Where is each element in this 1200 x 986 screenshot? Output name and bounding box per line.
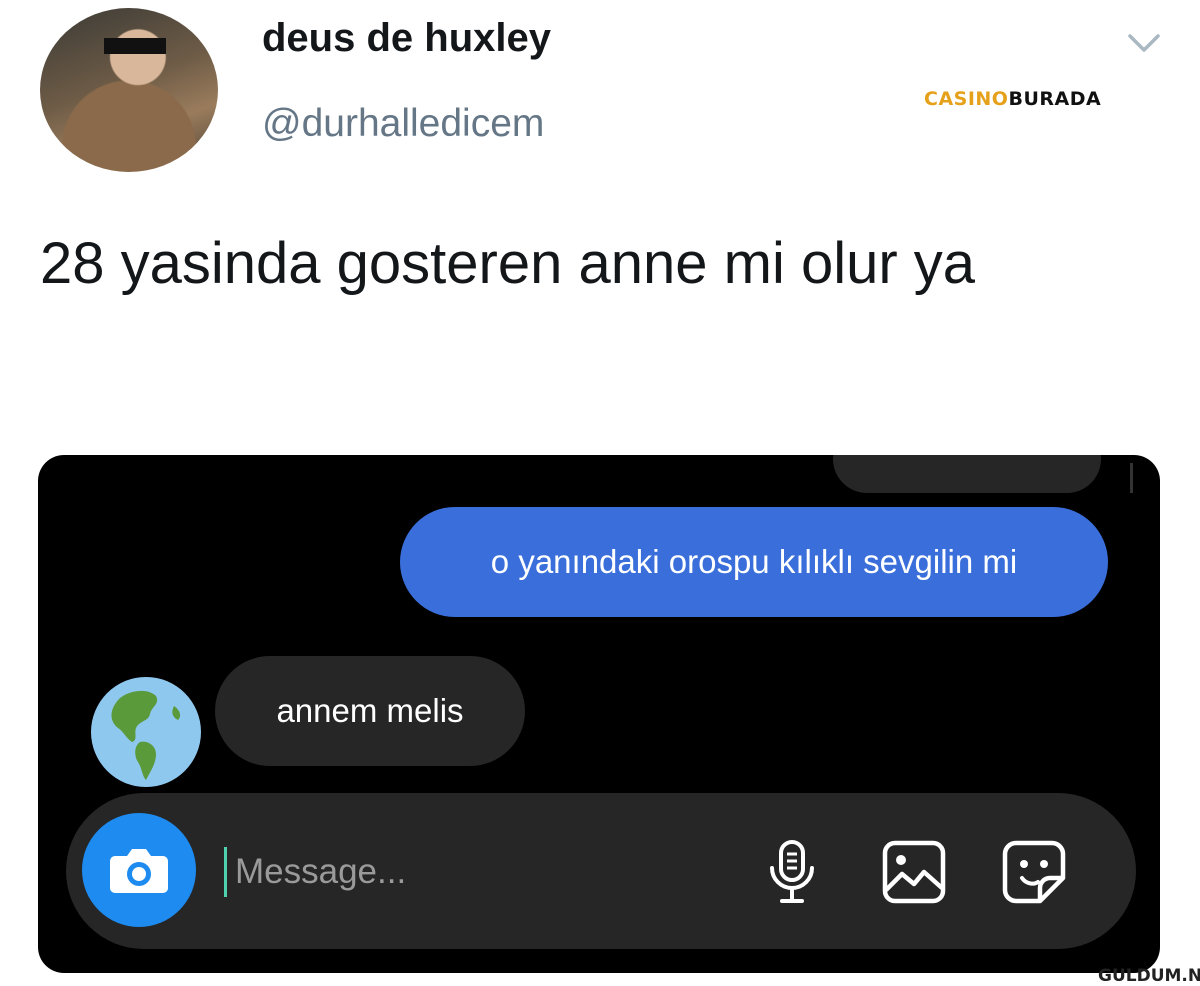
chevron-down-icon[interactable] xyxy=(1124,28,1164,56)
sent-message-bubble[interactable]: o yanındaki orospu kılıklı sevgilin mi xyxy=(400,507,1108,617)
camera-button[interactable] xyxy=(82,813,196,927)
site-watermark: GULDUM.NET xyxy=(1098,966,1200,986)
tweet-text: 28 yasinda gosteren anne mi olur ya xyxy=(40,231,976,296)
gallery-icon[interactable] xyxy=(880,838,948,906)
camera-icon xyxy=(110,849,168,893)
display-name[interactable]: deus de huxley xyxy=(262,16,551,61)
sticker-icon[interactable] xyxy=(1000,838,1068,906)
globe-icon xyxy=(91,677,201,787)
user-handle[interactable]: @durhalledicem xyxy=(262,102,544,146)
profile-avatar[interactable] xyxy=(40,8,218,172)
received-message-bubble[interactable]: annem melis xyxy=(215,656,525,766)
brand-overlay: CASINOBURADA xyxy=(924,88,1101,110)
censor-bar xyxy=(104,38,166,54)
received-message-text: annem melis xyxy=(276,692,464,729)
microphone-icon[interactable] xyxy=(758,838,826,906)
sent-message-text: o yanındaki orospu kılıklı sevgilin mi xyxy=(490,543,1018,580)
brand-overlay-part2: BURADA xyxy=(1008,88,1102,110)
previous-message-bubble xyxy=(833,455,1101,493)
dm-screenshot: o yanındaki orospu kılıklı sevgilin mi a… xyxy=(38,455,1160,973)
scrollbar xyxy=(1130,463,1133,493)
page: deus de huxley @durhalledicem CASINOBURA… xyxy=(0,0,1200,986)
message-input[interactable] xyxy=(224,847,655,897)
brand-overlay-part1: CASINO xyxy=(924,88,1009,110)
